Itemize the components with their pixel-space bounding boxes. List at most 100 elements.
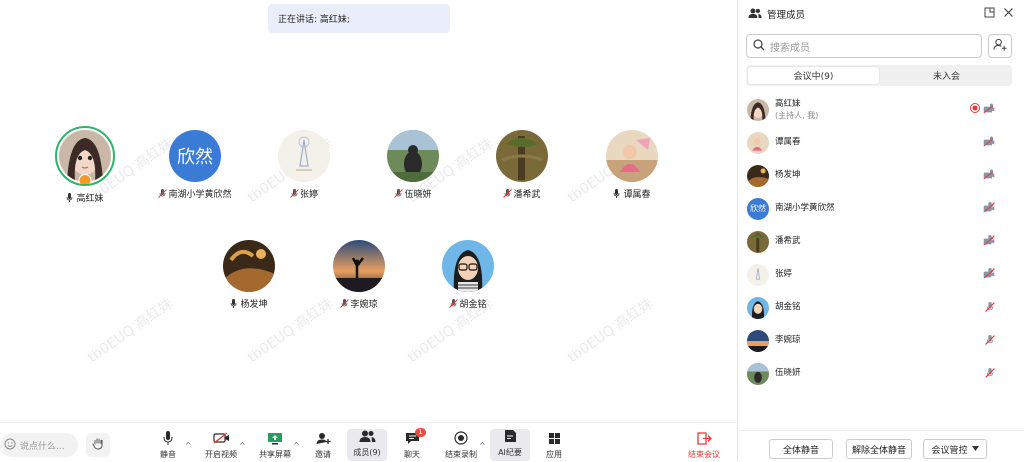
ai-summary-button[interactable]: AI纪要 <box>490 429 530 461</box>
participant-tile[interactable]: 谭属春 <box>577 130 687 200</box>
member-row[interactable]: 胡金铭 <box>738 291 1024 324</box>
participant-tile[interactable]: 李婉琼 <box>304 240 414 310</box>
avatar-text: 欣然 <box>750 204 766 213</box>
microphone-icon <box>163 431 173 447</box>
popout-icon[interactable] <box>984 7 995 21</box>
video-options-caret-icon[interactable]: ^ <box>239 441 246 450</box>
mute-all-button[interactable]: 全体静音 <box>769 439 833 459</box>
unmute-all-button[interactable]: 解除全体静音 <box>846 439 912 459</box>
participant-tile[interactable]: 高红妹 <box>30 126 140 204</box>
panel-footer: 全体静音 解除全体静音 会议管控 <box>738 430 1024 462</box>
search-icon <box>753 38 765 54</box>
chat-unread-badge: 1 <box>415 428 426 437</box>
tab-not-joined[interactable]: 未入会 <box>881 65 1012 86</box>
member-name: 谭属春 <box>775 137 801 147</box>
microphone-muted-icon <box>340 299 350 308</box>
watermark: tb0EUQ 高红妹 <box>85 295 176 367</box>
members-label: 成员(9) <box>353 448 381 457</box>
invite-button[interactable]: 邀请 <box>303 431 343 460</box>
avatar <box>747 164 769 187</box>
member-list: 高红妹 (主持人, 我) 谭属春 杨发坤 欣然 南湖小学黄欣然 潘希武 张婷 胡… <box>738 93 1024 390</box>
member-name: 南湖小学黄欣然 <box>775 203 835 213</box>
member-name: 杨发坤 <box>775 170 801 180</box>
end-record-label: 结束录制 <box>445 450 477 459</box>
member-row[interactable]: 潘希武 <box>738 225 1024 258</box>
camera-off-icon[interactable] <box>983 204 995 216</box>
add-member-button[interactable] <box>988 34 1012 58</box>
camera-off-icon[interactable] <box>983 270 995 282</box>
participant-name: 张婷 <box>299 190 318 200</box>
member-name: 张婷 <box>775 269 793 279</box>
apps-button[interactable]: 应用 <box>534 431 574 460</box>
member-tabs: 会议中(9) 未入会 <box>746 65 1012 86</box>
member-name: 胡金铭 <box>775 302 801 312</box>
avatar-text: 欣然 <box>177 147 213 168</box>
share-screen-label: 共享屏幕 <box>259 450 291 459</box>
member-row[interactable]: 高红妹 (主持人, 我) <box>738 93 1024 126</box>
member-row[interactable]: 欣然 南湖小学黄欣然 <box>738 192 1024 225</box>
microphone-icon <box>66 193 73 202</box>
participant-tile[interactable]: 杨发坤 <box>194 240 304 310</box>
participant-tile[interactable]: 胡金铭 <box>413 240 523 310</box>
share-screen-icon <box>267 432 283 447</box>
camera-off-icon[interactable] <box>983 171 995 183</box>
close-icon[interactable] <box>1003 7 1014 21</box>
camera-off-icon[interactable] <box>983 105 995 117</box>
member-role: (主持人, 我) <box>775 110 819 120</box>
participant-tile[interactable]: 张婷 <box>249 130 359 200</box>
avatar: 欣然 <box>169 130 221 182</box>
apps-grid-icon <box>548 432 561 447</box>
avatar <box>333 240 385 292</box>
avatar <box>747 329 769 352</box>
meeting-control-dropdown[interactable]: 会议管控 <box>923 439 987 459</box>
member-row[interactable]: 张婷 <box>738 258 1024 291</box>
member-row[interactable]: 伍晓妍 <box>738 357 1024 390</box>
avatar <box>606 130 658 182</box>
video-button[interactable]: 开启视频 <box>201 431 241 460</box>
tab-in-meeting[interactable]: 会议中(9) <box>748 67 879 84</box>
camera-off-icon[interactable] <box>983 237 995 249</box>
participant-tile[interactable]: 伍晓妍 <box>358 130 468 200</box>
avatar: 欣然 <box>747 197 769 220</box>
participant-name: 谭属春 <box>623 190 651 200</box>
avatar <box>442 240 494 292</box>
participant-tile[interactable]: 潘希武 <box>467 130 577 200</box>
end-record-button[interactable]: 结束录制 <box>441 431 481 460</box>
member-row[interactable]: 谭属春 <box>738 126 1024 159</box>
microphone-muted-icon <box>158 189 168 198</box>
host-badge-icon <box>78 174 92 184</box>
search-placeholder: 搜索成员 <box>770 42 810 54</box>
members-button[interactable]: 成员(9) <box>347 429 387 461</box>
avatar <box>747 230 769 253</box>
member-row[interactable]: 杨发坤 <box>738 159 1024 192</box>
participant-name: 潘希武 <box>513 190 541 200</box>
avatar <box>496 130 548 182</box>
chat-button[interactable]: 聊天 1 <box>392 428 432 460</box>
mute-options-caret-icon[interactable]: ^ <box>185 441 192 450</box>
record-options-caret-icon[interactable]: ^ <box>479 441 486 450</box>
member-row[interactable]: 李婉琼 <box>738 324 1024 357</box>
share-screen-button[interactable]: 共享屏幕 <box>255 431 295 460</box>
member-search-input[interactable]: 搜索成员 <box>746 34 982 58</box>
members-icon <box>748 7 762 21</box>
microphone-icon <box>230 299 237 308</box>
microphone-muted-icon[interactable] <box>985 335 995 348</box>
end-meeting-button[interactable]: 结束会议 <box>684 431 724 460</box>
mute-button[interactable]: 静音 <box>148 431 188 460</box>
avatar <box>278 130 330 182</box>
microphone-muted-icon <box>449 299 459 308</box>
raise-hand-button[interactable] <box>86 433 110 457</box>
microphone-muted-icon[interactable] <box>985 368 995 381</box>
avatar <box>747 263 769 286</box>
share-options-caret-icon[interactable]: ^ <box>293 441 300 450</box>
microphone-muted-icon <box>394 189 404 198</box>
camera-off-icon <box>212 432 230 446</box>
chat-quick-input[interactable]: 说点什么... <box>0 433 78 457</box>
microphone-muted-icon <box>290 189 299 198</box>
camera-off-icon[interactable] <box>983 138 995 150</box>
participant-name: 李婉琼 <box>350 300 378 310</box>
participant-tile[interactable]: 欣然 南湖小学黄欣然 <box>140 130 250 200</box>
microphone-muted-icon <box>503 189 513 198</box>
microphone-muted-icon[interactable] <box>985 302 995 315</box>
mute-label: 静音 <box>160 450 176 459</box>
